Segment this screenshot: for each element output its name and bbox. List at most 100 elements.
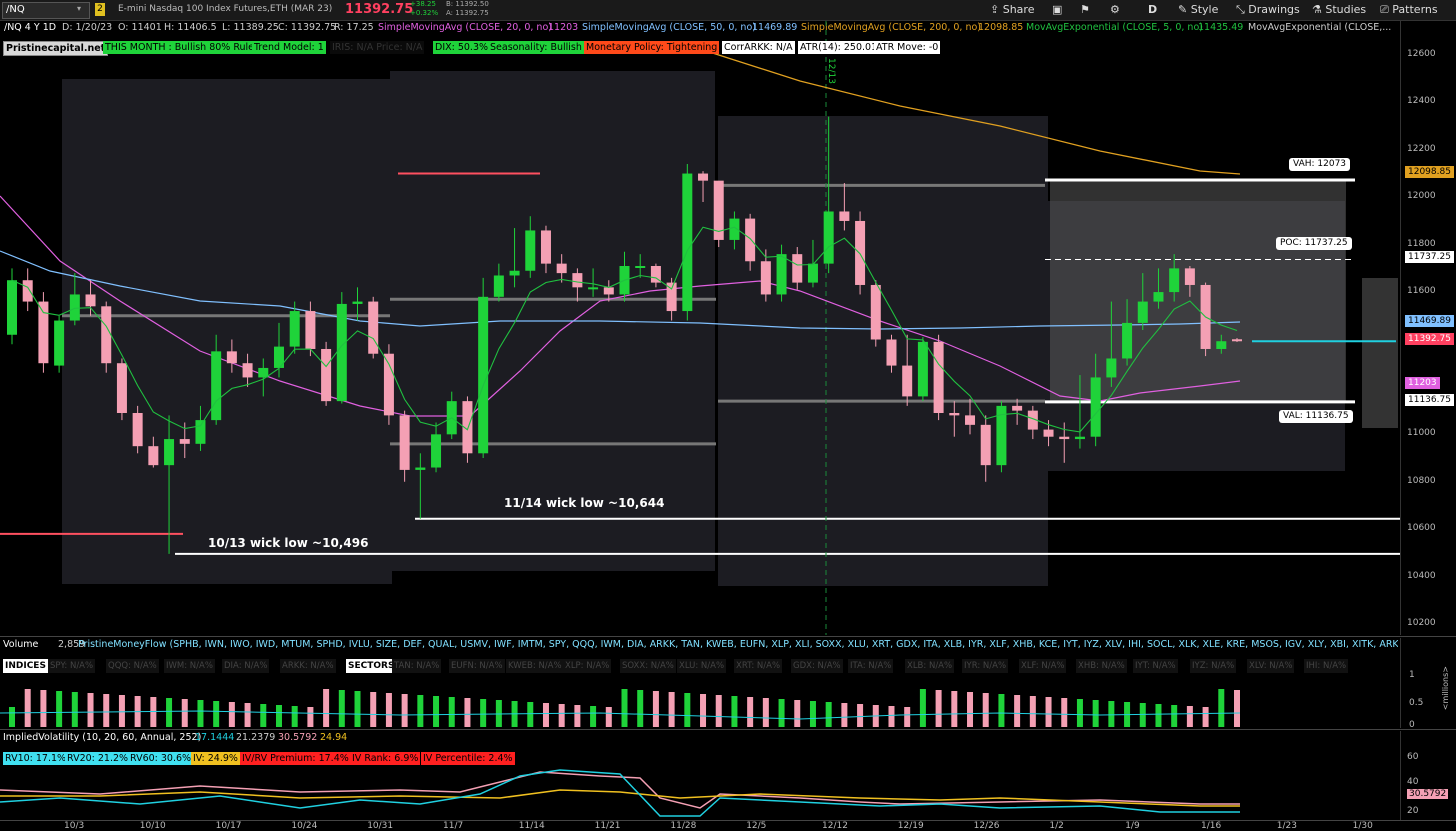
sector-cell[interactable]: SOXX: N/A% [620, 659, 676, 673]
volume-bar [1014, 695, 1021, 727]
sector-cell[interactable]: ITA: N/A% [848, 659, 894, 673]
vah-label: VAH: 12073 [1289, 158, 1351, 171]
sector-cell[interactable]: IYT: N/A% [1133, 659, 1178, 673]
volume-bar [401, 694, 408, 727]
sector-cell[interactable]: XLU: N/A% [677, 659, 727, 673]
candle-body [588, 287, 599, 290]
indices-button[interactable]: INDICES [3, 659, 48, 673]
volume-bar [888, 706, 895, 727]
volume-bar [1061, 698, 1068, 727]
volume-bar [778, 699, 785, 727]
symbol-description: E-mini Nasdaq 100 Index Futures,ETH (MAR… [118, 4, 333, 14]
wick-1013-label: 10/13 wick low ~10,496 [208, 536, 369, 550]
candle-body [101, 306, 112, 364]
volume-bar [825, 702, 832, 727]
flag-icon[interactable]: ⚑ [1080, 3, 1090, 16]
volume-bar [1171, 705, 1178, 727]
panel-divider[interactable] [0, 636, 1456, 637]
value-area-box [1050, 179, 1346, 401]
val-label: VAL: 11136.75 [1279, 410, 1353, 423]
iv-rank-badge: IV Rank: 6.9% [350, 752, 421, 765]
volume-bar [904, 707, 911, 727]
volume-bar [794, 700, 801, 727]
candle-body [1184, 268, 1195, 285]
candle-body [807, 263, 818, 283]
brand-badge[interactable]: Pristinecapital.net [3, 41, 109, 56]
poc-price-label: 11737.25 [1405, 251, 1454, 263]
date-tick: 1/23 [1276, 821, 1298, 831]
studies-button[interactable]: ⚗ Studies [1312, 3, 1366, 16]
volume-bar [197, 700, 204, 727]
timeframe-button[interactable]: D [1148, 3, 1157, 16]
volume-bar [558, 704, 565, 727]
vol-axis-1: 1 [1409, 670, 1415, 680]
iv-chart[interactable] [0, 768, 1400, 820]
rv60-line [0, 771, 1240, 809]
volume-chart[interactable] [0, 675, 1400, 727]
last-price: 11392.75 [345, 2, 414, 17]
sector-cell[interactable]: GDX: N/A% [791, 659, 843, 673]
index-cell[interactable]: SPY: N/A% [48, 659, 96, 673]
share-button[interactable]: ⇪ Share [990, 3, 1034, 16]
candle-body [1106, 358, 1117, 378]
volume-bar [935, 690, 942, 727]
sector-cell[interactable]: EUFN: N/A% [449, 659, 505, 673]
candle-body [635, 266, 646, 269]
volume-bar [150, 697, 157, 727]
iv-title[interactable]: ImpliedVolatility (10, 20, 60, Annual, 2… [3, 732, 201, 743]
candle-body [1043, 429, 1054, 437]
date-tick: 11/14 [518, 821, 545, 831]
sector-cell[interactable]: IYZ: N/A% [1190, 659, 1237, 673]
patterns-button[interactable]: ⎚ Patterns [1380, 3, 1438, 17]
volume-bar [433, 696, 440, 727]
sma200-price-label: 12098.85 [1405, 166, 1454, 178]
index-cell[interactable]: ARKK: N/A% [280, 659, 336, 673]
candle-body [698, 173, 709, 181]
candle-body [22, 280, 33, 302]
iv-percentile-badge: IV Percentile: 2.4% [421, 752, 515, 765]
sectors-button[interactable]: SECTORS [346, 659, 397, 673]
moneyflow-label[interactable]: PristineMoneyFlow (SPHB, IWN, IWO, IWD, … [78, 639, 1398, 650]
index-cell[interactable]: IWM: N/A% [164, 659, 215, 673]
candle-body [917, 341, 928, 397]
sector-cell[interactable]: KWEB: N/A% [506, 659, 564, 673]
sector-cell[interactable]: TAN: N/A% [392, 659, 442, 673]
candle-body [258, 367, 269, 378]
sector-cell[interactable]: IYR: N/A% [962, 659, 1009, 673]
drawings-button[interactable]: ⤡ Drawings [1236, 3, 1300, 17]
iv-v3: 30.5792 [278, 732, 318, 743]
volume-bar [809, 701, 816, 727]
patterns-label: Patterns [1392, 3, 1438, 16]
candle-body [933, 341, 944, 413]
sector-cell[interactable]: IHI: N/A% [1304, 659, 1349, 673]
candle-body [525, 230, 536, 271]
volume-title[interactable]: Volume [3, 639, 38, 650]
sector-cell[interactable]: XHB: N/A% [1076, 659, 1127, 673]
sector-cell[interactable]: XLB: N/A% [905, 659, 955, 673]
symbol-input[interactable]: /NQ ▾ [2, 2, 90, 19]
index-cell[interactable]: DIA: N/A% [222, 659, 270, 673]
panel-divider-2[interactable] [0, 729, 1456, 730]
volume-bar [228, 702, 235, 727]
volume-bar [24, 689, 31, 727]
volume-bar [40, 690, 47, 727]
volume-bar [621, 689, 628, 727]
volume-bar [354, 691, 361, 727]
volume-bar [464, 698, 471, 727]
volume-bar [967, 692, 974, 727]
price-axis[interactable]: 1260012400122001200011800116001140011200… [1400, 21, 1456, 635]
price-tick: 11600 [1407, 286, 1436, 297]
volume-bar [527, 702, 534, 727]
sector-cell[interactable]: XLP: N/A% [563, 659, 612, 673]
index-cell[interactable]: QQQ: N/A% [106, 659, 159, 673]
candle-body [493, 275, 504, 297]
window-icon[interactable]: ▣ [1052, 3, 1062, 16]
gear-icon[interactable]: ⚙ [1110, 3, 1120, 16]
sector-cell[interactable]: XRT: N/A% [734, 659, 783, 673]
sector-cell[interactable]: XLF: N/A% [1019, 659, 1067, 673]
link-badge[interactable]: 2 [95, 3, 105, 16]
sector-cell[interactable]: XLV: N/A% [1247, 659, 1295, 673]
candle-body [1137, 301, 1148, 323]
style-button[interactable]: ✎ Style [1178, 3, 1218, 16]
date-tick: 10/17 [215, 821, 242, 831]
